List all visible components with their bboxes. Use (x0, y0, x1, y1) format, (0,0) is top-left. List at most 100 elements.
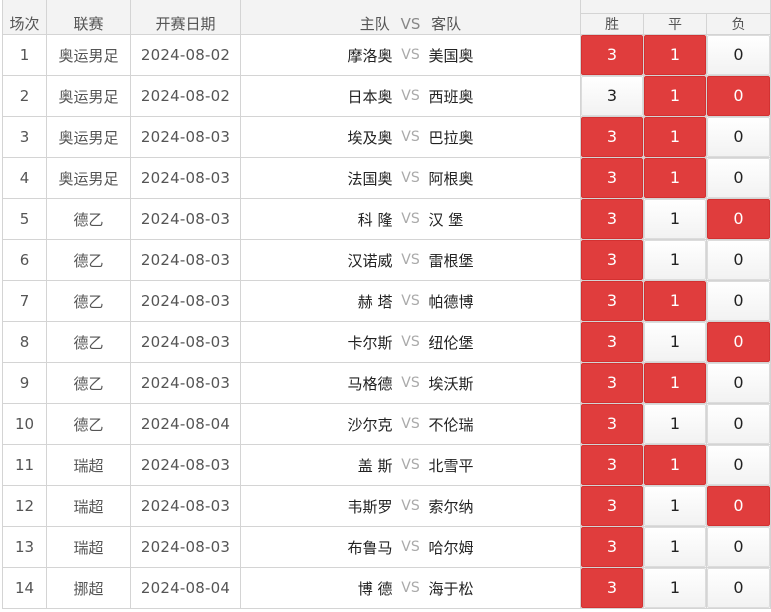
option-draw-button[interactable]: 1 (644, 281, 706, 321)
match-teams: 布鲁马 VS 哈尔姆 (240, 526, 581, 568)
league-name: 德乙 (46, 280, 131, 322)
match-number: 3 (2, 116, 47, 158)
option-draw-cell: 1 (643, 34, 707, 76)
option-win-button[interactable]: 3 (581, 281, 643, 321)
match-date: 2024-08-04 (130, 403, 241, 445)
table-header-row: 场次 联赛 开赛日期 主队 VS 客队 (2, 0, 771, 35)
option-win-button[interactable]: 3 (581, 240, 643, 280)
option-draw-button[interactable]: 1 (644, 158, 706, 198)
match-date: 2024-08-03 (130, 485, 241, 527)
option-lose-button[interactable]: 0 (707, 199, 770, 239)
match-number: 5 (2, 198, 47, 240)
option-win-button[interactable]: 3 (581, 322, 643, 362)
option-win-button[interactable]: 3 (581, 568, 643, 608)
option-lose-button[interactable]: 0 (707, 35, 770, 75)
option-draw-button[interactable]: 1 (644, 445, 706, 485)
home-team: 摩洛奥 (347, 46, 393, 65)
option-lose-button[interactable]: 0 (707, 322, 770, 362)
vs-label: VS (401, 170, 420, 186)
option-win-button[interactable]: 3 (581, 117, 643, 157)
option-lose-button[interactable]: 0 (707, 281, 770, 321)
league-name: 瑞超 (46, 485, 131, 527)
match-date: 2024-08-03 (130, 198, 241, 240)
option-draw-button[interactable]: 1 (644, 568, 706, 608)
home-team: 卡尔斯 (347, 333, 393, 352)
option-lose-cell: 0 (706, 116, 771, 158)
option-win-button[interactable]: 3 (581, 76, 643, 116)
option-lose-cell: 0 (706, 239, 771, 281)
league-name: 德乙 (46, 198, 131, 240)
match-date: 2024-08-03 (130, 362, 241, 404)
table-row: 10 德乙 2024-08-04 沙尔克 VS 不伦瑞 3 1 0 (2, 403, 771, 445)
match-date: 2024-08-03 (130, 116, 241, 158)
option-draw-cell: 1 (643, 75, 707, 117)
option-draw-button[interactable]: 1 (644, 76, 706, 116)
match-teams: 马格德 VS 埃沃斯 (240, 362, 581, 404)
away-team: 纽伦堡 (428, 333, 474, 352)
option-win-button[interactable]: 3 (581, 486, 643, 526)
option-draw-cell: 1 (643, 362, 707, 404)
table-row: 7 德乙 2024-08-03 赫 塔 VS 帕德博 3 1 0 (2, 280, 771, 322)
option-win-cell: 3 (580, 157, 644, 199)
match-teams: 日本奥 VS 西班奥 (240, 75, 581, 117)
match-date: 2024-08-03 (130, 444, 241, 486)
vs-label: VS (401, 88, 420, 104)
home-team: 盖 斯 (357, 456, 393, 475)
away-team: 雷根堡 (428, 251, 474, 270)
option-draw-button[interactable]: 1 (644, 363, 706, 403)
option-draw-button[interactable]: 1 (644, 199, 706, 239)
home-team: 沙尔克 (347, 415, 393, 434)
header-date: 开赛日期 (130, 0, 241, 35)
home-team: 马格德 (347, 374, 393, 393)
header-away: 客队 (431, 15, 462, 33)
home-team: 布鲁马 (347, 538, 393, 557)
option-win-button[interactable]: 3 (581, 158, 643, 198)
option-win-button[interactable]: 3 (581, 527, 643, 567)
vs-label: VS (401, 129, 420, 145)
option-draw-button[interactable]: 1 (644, 527, 706, 567)
option-lose-button[interactable]: 0 (707, 76, 770, 116)
header-win: 胜 (580, 13, 644, 35)
option-lose-button[interactable]: 0 (707, 117, 770, 157)
option-lose-button[interactable]: 0 (707, 404, 770, 444)
option-win-button[interactable]: 3 (581, 363, 643, 403)
league-name: 奥运男足 (46, 75, 131, 117)
option-lose-button[interactable]: 0 (707, 445, 770, 485)
option-draw-button[interactable]: 1 (644, 404, 706, 444)
option-win-cell: 3 (580, 526, 644, 568)
option-lose-button[interactable]: 0 (707, 486, 770, 526)
option-draw-button[interactable]: 1 (644, 35, 706, 75)
option-lose-button[interactable]: 0 (707, 527, 770, 567)
option-draw-button[interactable]: 1 (644, 486, 706, 526)
header-draw: 平 (643, 13, 707, 35)
option-draw-cell: 1 (643, 485, 707, 527)
option-win-button[interactable]: 3 (581, 445, 643, 485)
option-draw-cell: 1 (643, 567, 707, 609)
away-team: 索尔纳 (428, 497, 474, 516)
away-team: 西班奥 (428, 87, 474, 106)
option-draw-button[interactable]: 1 (644, 117, 706, 157)
option-lose-button[interactable]: 0 (707, 363, 770, 403)
option-win-cell: 3 (580, 280, 644, 322)
option-lose-button[interactable]: 0 (707, 568, 770, 608)
option-lose-button[interactable]: 0 (707, 240, 770, 280)
home-team: 埃及奥 (347, 128, 393, 147)
option-draw-cell: 1 (643, 403, 707, 445)
match-number: 2 (2, 75, 47, 117)
option-win-button[interactable]: 3 (581, 404, 643, 444)
option-win-button[interactable]: 3 (581, 199, 643, 239)
option-draw-cell: 1 (643, 444, 707, 486)
match-teams: 盖 斯 VS 北雪平 (240, 444, 581, 486)
option-win-button[interactable]: 3 (581, 35, 643, 75)
match-date: 2024-08-03 (130, 239, 241, 281)
match-number: 13 (2, 526, 47, 568)
option-lose-button[interactable]: 0 (707, 158, 770, 198)
option-win-cell: 3 (580, 34, 644, 76)
league-name: 奥运男足 (46, 34, 131, 76)
option-draw-button[interactable]: 1 (644, 240, 706, 280)
option-lose-cell: 0 (706, 321, 771, 363)
table-row: 2 奥运男足 2024-08-02 日本奥 VS 西班奥 3 1 0 (2, 75, 771, 117)
option-draw-button[interactable]: 1 (644, 322, 706, 362)
option-lose-cell: 0 (706, 403, 771, 445)
table-row: 1 奥运男足 2024-08-02 摩洛奥 VS 美国奥 3 1 0 (2, 34, 771, 76)
